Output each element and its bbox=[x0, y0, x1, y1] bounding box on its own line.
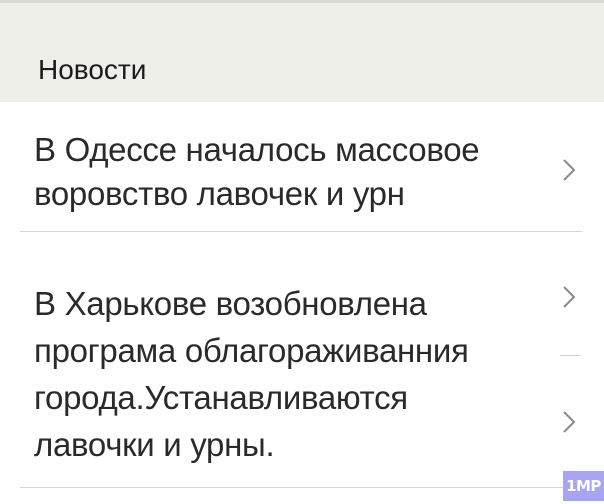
section-title: Новости bbox=[38, 54, 147, 85]
chevron-right-icon bbox=[563, 286, 576, 308]
news-item-odessa[interactable]: В Одессе началось массовое воровство лав… bbox=[0, 102, 604, 232]
news-line: воровство лавочек и урн bbox=[34, 175, 405, 212]
news-line: програма облагораживанния bbox=[34, 332, 469, 369]
news-line: города.Устанавливаются bbox=[34, 379, 408, 416]
divider-fragment bbox=[560, 355, 580, 356]
chevron-right-icon bbox=[563, 159, 576, 181]
news-line: В Одессе началось массовое bbox=[34, 131, 480, 168]
news-screen: Новости В Одессе началось массовое воров… bbox=[0, 0, 604, 504]
watermark-logo: 1MP bbox=[563, 471, 604, 501]
section-header: Новости bbox=[0, 3, 604, 102]
news-item-kharkiv[interactable]: В Харькове возобновлена програма облагор… bbox=[0, 232, 604, 488]
news-line: В Харькове возобновлена bbox=[34, 285, 427, 322]
divider bbox=[20, 487, 582, 488]
chevron-right-icon bbox=[563, 411, 576, 433]
news-line: лавочки и урны. bbox=[34, 426, 275, 463]
